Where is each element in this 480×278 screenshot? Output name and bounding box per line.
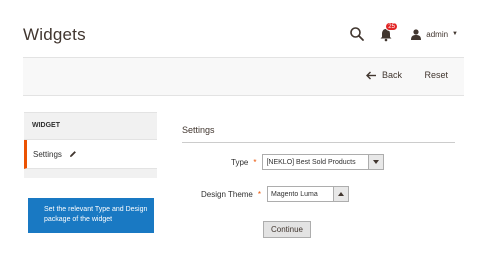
caret-down-icon: ▼ (452, 31, 458, 37)
design-theme-select[interactable]: Magento Luma (267, 186, 350, 202)
design-theme-field-row: Design Theme * Magento Luma (201, 186, 350, 202)
design-theme-label: Design Theme (201, 189, 253, 199)
notification-count-badge: 25 (385, 22, 398, 31)
user-name: admin (426, 29, 449, 39)
type-field-row: Type * [NEKLO] Best Sold Products (231, 154, 385, 170)
chevron-down-icon (368, 155, 384, 169)
type-select[interactable]: [NEKLO] Best Sold Products (262, 154, 385, 170)
type-select-value: [NEKLO] Best Sold Products (266, 159, 356, 166)
widget-sidebar: WIDGET Settings (24, 112, 157, 178)
required-marker: * (257, 189, 262, 199)
design-theme-select-value: Magento Luma (271, 191, 318, 198)
sidebar-item-settings[interactable]: Settings (24, 140, 157, 169)
page-actions-bar: Back Reset (23, 57, 464, 96)
reset-button[interactable]: Reset (424, 70, 448, 80)
hint-message: Set the relevant Type and Design package… (28, 198, 154, 233)
user-icon (411, 28, 422, 40)
back-label: Back (381, 70, 402, 80)
pencil-icon (69, 151, 76, 157)
sidebar-title: WIDGET (24, 112, 157, 140)
settings-section: Settings (182, 125, 455, 143)
search-icon (350, 27, 365, 41)
settings-title: Settings (182, 125, 455, 143)
notifications-button[interactable]: 25 (379, 22, 399, 42)
chevron-up-icon (333, 187, 349, 201)
sidebar-item-label: Settings (33, 150, 62, 159)
type-label: Type (231, 157, 249, 167)
user-menu[interactable]: admin ▼ (411, 28, 458, 40)
required-marker: * (253, 157, 257, 167)
sidebar-footer (24, 169, 157, 178)
search-button[interactable] (349, 26, 365, 42)
back-button[interactable]: Back (365, 70, 402, 80)
continue-button[interactable]: Continue (263, 221, 311, 238)
arrow-left-icon (365, 71, 376, 79)
header-actions: 25 admin ▼ (349, 22, 458, 43)
page-title: Widgets (23, 25, 86, 44)
